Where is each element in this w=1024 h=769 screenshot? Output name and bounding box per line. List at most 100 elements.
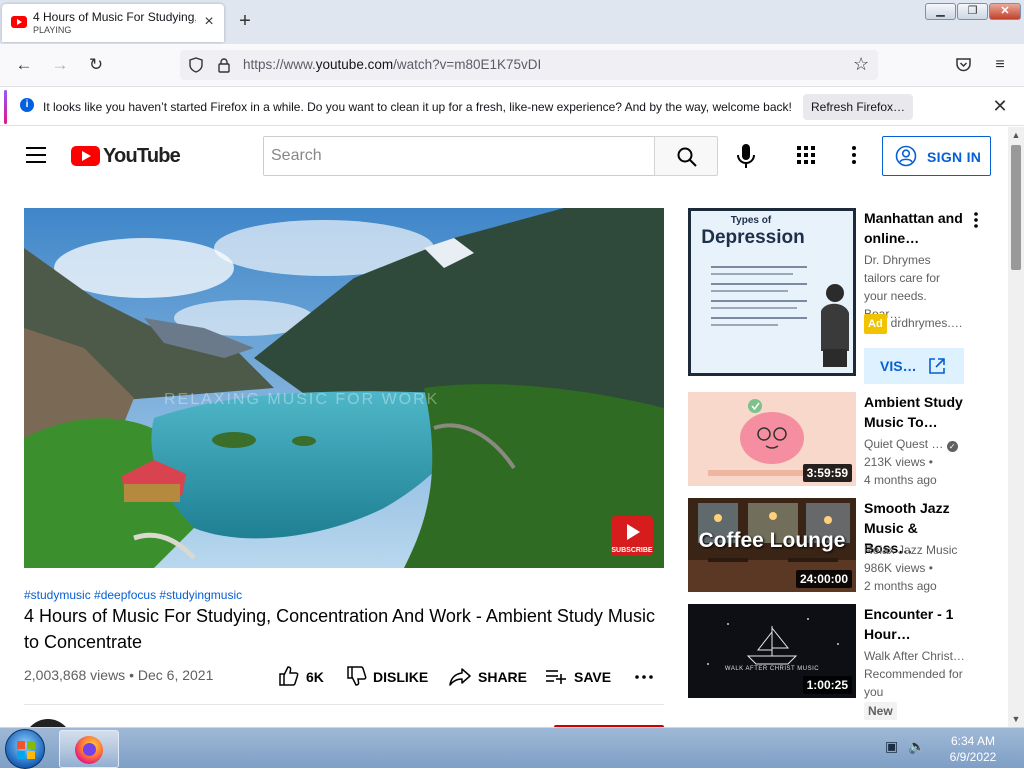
shield-icon[interactable] — [188, 57, 204, 73]
window-close-button[interactable]: ✕ — [989, 3, 1021, 20]
start-button[interactable] — [5, 729, 45, 769]
page-viewport: YouTube Search SIGN IN RELAXING MUSIC FO… — [0, 127, 1008, 727]
more-actions-icon[interactable] — [634, 667, 654, 687]
ad-title[interactable]: Manhattan and online… — [864, 208, 966, 248]
ad-thumb-heading: Depression — [701, 227, 805, 248]
notification-close-icon[interactable]: ✕ — [990, 96, 1010, 116]
search-button[interactable] — [654, 136, 718, 176]
tab-youtube[interactable]: 4 Hours of Music For Studying, PLAYING × — [2, 4, 224, 42]
video-frame-landscape — [24, 208, 664, 568]
tab-playing-label: PLAYING — [33, 25, 72, 35]
video-thumbnail[interactable]: WALK AFTER CHRIST MUSIC 1:00:25 — [688, 604, 856, 698]
search-input[interactable] — [264, 137, 654, 175]
network-icon[interactable]: ▣ — [885, 738, 898, 754]
ad-thumb-person-illustration — [821, 284, 849, 367]
ad-thumb-heading-small: Types of — [730, 215, 772, 226]
youtube-header: YouTube Search SIGN IN — [0, 127, 1008, 183]
sidebar-video-item[interactable]: WALK AFTER CHRIST MUSIC 1:00:25 Encounte… — [688, 604, 988, 724]
apps-grid-icon[interactable] — [795, 144, 817, 166]
info-icon: i — [20, 98, 34, 112]
microphone-icon[interactable] — [730, 139, 762, 173]
video-watermark: RELAXING MUSIC FOR WORK — [164, 391, 440, 408]
new-badge: New — [864, 702, 897, 720]
video-title: 4 Hours of Music For Studying, Concentra… — [24, 606, 655, 652]
video-duration: 3:59:59 — [802, 464, 852, 482]
video-thumbnail[interactable]: 3:59:59 — [688, 392, 856, 486]
windows-taskbar: ▣ 🔈 6:34 AM 6/9/2022 — [0, 727, 1024, 769]
thumbnail-overlay-text: Coffee Lounge — [698, 529, 846, 552]
like-button[interactable]: 6K — [278, 665, 328, 689]
dislike-label: DISLIKE — [373, 669, 429, 685]
video-title[interactable]: Encounter - 1 Hour… — [864, 604, 966, 644]
video-views-date: 2,003,868 views • Dec 6, 2021 — [24, 667, 214, 683]
ad-more-icon[interactable] — [971, 211, 981, 229]
browser-titlebar: 4 Hours of Music For Studying, PLAYING ×… — [0, 0, 1024, 44]
channel-name[interactable]: Quiet Quest … — [864, 437, 943, 451]
ad-description: Dr. Dhrymes tailors care for your needs.… — [864, 253, 941, 321]
clock-time: 6:34 AM — [950, 734, 996, 748]
open-external-icon — [929, 358, 945, 374]
more-vertical-icon[interactable] — [844, 144, 864, 166]
forward-arrow-icon[interactable]: → — [49, 54, 71, 76]
youtube-logo-text: YouTube — [103, 145, 181, 167]
taskbar-firefox-button[interactable] — [59, 730, 119, 768]
pocket-icon[interactable] — [955, 57, 972, 73]
video-duration: 1:00:25 — [802, 676, 852, 694]
page-scrollbar[interactable]: ▲ ▼ — [1008, 127, 1024, 727]
video-age: 2 months ago — [864, 579, 937, 593]
url-prefix: https://www. — [243, 57, 316, 72]
sign-in-button[interactable]: SIGN IN — [882, 136, 991, 176]
video-thumbnail[interactable]: Coffee Lounge 24:00:00 — [688, 498, 856, 592]
system-tray: ▣ 🔈 — [885, 738, 926, 755]
video-hashtags[interactable]: #studymusic #deepfocus #studyingmusic — [24, 588, 242, 602]
url-text[interactable]: https://www.youtube.com/watch?v=m80E1K75… — [243, 57, 541, 72]
search-box[interactable] — [263, 136, 655, 176]
video-views: 213K views • — [864, 455, 933, 469]
youtube-play-logo-icon — [71, 146, 100, 166]
video-title[interactable]: Ambient Study Music To… — [864, 392, 966, 432]
thumbs-down-icon — [347, 666, 367, 686]
url-path: /watch?v=m80E1K75vDI — [393, 57, 542, 72]
video-player[interactable]: RELAXING MUSIC FOR WORK SUBSCRIBE — [24, 208, 664, 568]
subscribe-badge-label: SUBSCRIBE — [611, 547, 653, 554]
bookmark-star-icon[interactable]: ☆ — [853, 54, 869, 75]
ad-thumbnail[interactable]: Types of Depression — [688, 208, 856, 376]
lock-icon[interactable] — [217, 57, 231, 73]
share-button[interactable]: SHARE — [449, 665, 527, 689]
channel-name[interactable]: Walk After Christ… — [864, 647, 974, 665]
ad-thumbnail-image: Types of Depression — [691, 211, 853, 373]
channel-avatar[interactable] — [24, 719, 72, 727]
address-bar[interactable]: https://www.youtube.com/watch?v=m80E1K75… — [180, 50, 878, 80]
reload-icon[interactable]: ↻ — [85, 54, 107, 76]
refresh-firefox-notification: i It looks like you haven’t started Fire… — [0, 86, 1024, 126]
search-icon — [677, 147, 697, 167]
sidebar-video-item[interactable]: Coffee Lounge 24:00:00 Smooth Jazz Music… — [688, 498, 988, 598]
minimize-button[interactable]: ▁ — [925, 3, 956, 20]
ad-advertiser-line: Ad drdhrymes.… — [864, 314, 974, 334]
channel-name[interactable]: Relax Jazz Music — [864, 541, 974, 559]
tab-close-icon[interactable]: × — [200, 13, 218, 31]
maximize-button[interactable]: ❐ — [957, 3, 988, 20]
sidebar-video-item[interactable]: 3:59:59 Ambient Study Music To… Quiet Qu… — [688, 392, 988, 492]
taskbar-clock[interactable]: 6:34 AM 6/9/2022 — [938, 733, 1008, 765]
ad-visit-label: VIS… — [880, 358, 917, 374]
sidebar-ad[interactable]: Types of Depression Manhattan and online… — [688, 208, 988, 384]
windows-logo-icon — [17, 741, 35, 759]
scroll-up-arrow-icon[interactable]: ▲ — [1008, 127, 1024, 143]
back-arrow-icon[interactable]: ← — [13, 54, 35, 76]
recommended-line-2: you — [864, 685, 884, 699]
thumbnail-overlay-text: WALK AFTER CHRIST MUSIC — [724, 666, 820, 672]
new-tab-plus-icon[interactable]: + — [234, 10, 256, 32]
recommended-line: Recommended for — [864, 667, 963, 681]
ad-visit-button[interactable]: VIS… — [864, 348, 964, 384]
hamburger-menu-icon[interactable]: ≡ — [989, 54, 1011, 76]
share-arrow-icon — [449, 668, 471, 686]
volume-icon[interactable]: 🔈 — [908, 738, 925, 754]
save-button[interactable]: SAVE — [545, 665, 615, 689]
scroll-down-arrow-icon[interactable]: ▼ — [1008, 711, 1024, 727]
dislike-button[interactable]: DISLIKE — [346, 665, 430, 689]
refresh-firefox-button[interactable]: Refresh Firefox… — [803, 94, 913, 120]
scrollbar-thumb[interactable] — [1011, 145, 1021, 270]
guide-menu-icon[interactable] — [26, 147, 46, 163]
like-count: 6K — [306, 669, 324, 685]
